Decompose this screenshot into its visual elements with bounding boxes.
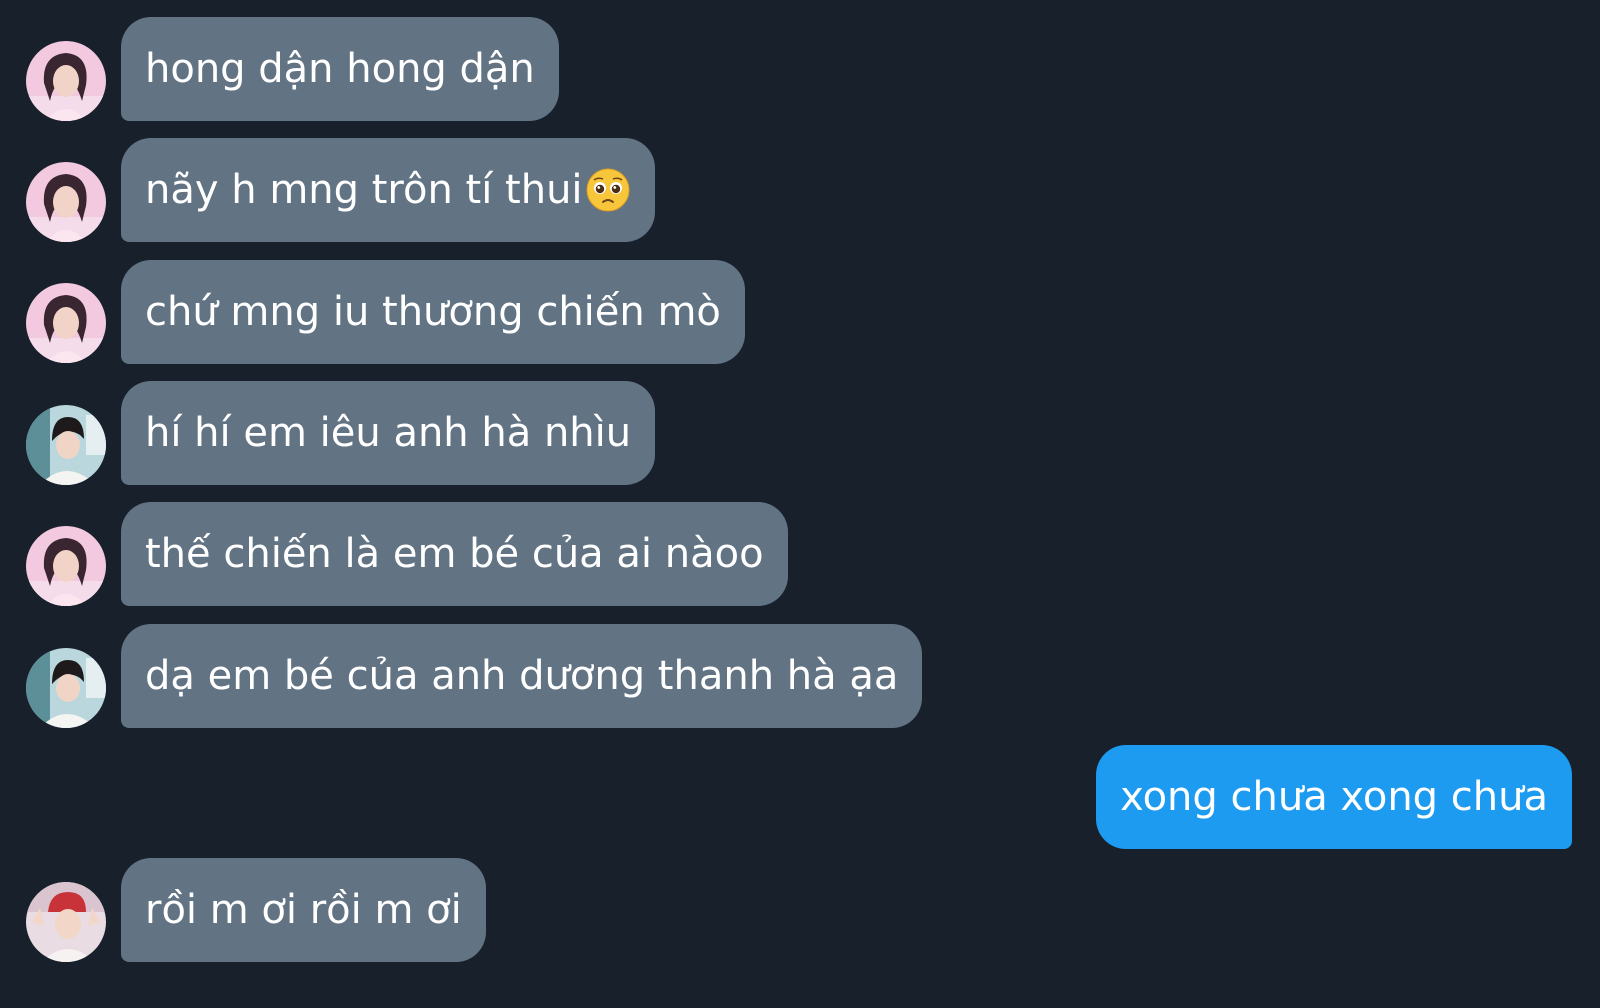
message-bubble[interactable]: rồi m ơi rồi m ơi [121,858,486,962]
message-text: dạ em bé của anh dương thanh hà ạa [145,653,899,699]
message-bubble[interactable]: nãy h mng trôn tí thui [121,138,655,242]
avatar-pink[interactable] [26,162,106,242]
avatar-teal[interactable] [26,648,106,728]
message-text: thế chiến là em bé của ai nàoo [145,531,764,577]
message-bubble[interactable]: thế chiến là em bé của ai nàoo [121,502,788,606]
message-text: hong dận hong dận [145,46,535,92]
message-bubble[interactable]: hí hí em iêu anh hà nhìu [121,381,656,485]
pleading-face-emoji [586,168,630,212]
avatar-teal[interactable] [26,405,106,485]
chat-thread: hong dận hong dận nãy h mng trôn tí thui [0,0,1600,1008]
message-bubble[interactable]: dạ em bé của anh dương thanh hà ạa [121,624,923,728]
message-bubble-outgoing[interactable]: xong chưa xong chưa [1096,745,1572,849]
avatar-red-cap[interactable] [26,882,106,962]
message-text: hí hí em iêu anh hà nhìu [145,410,632,456]
message-text: rồi m ơi rồi m ơi [145,887,462,933]
avatar-pink[interactable] [26,283,106,363]
avatar-pink[interactable] [26,41,106,121]
message-text: chứ mng iu thương chiến mò [145,289,721,335]
message-text: nãy h mng trôn tí thui [145,167,583,213]
message-bubble[interactable]: hong dận hong dận [121,17,559,121]
avatar-pink[interactable] [26,526,106,606]
message-bubble[interactable]: chứ mng iu thương chiến mò [121,260,745,364]
message-text: xong chưa xong chưa [1120,774,1548,820]
